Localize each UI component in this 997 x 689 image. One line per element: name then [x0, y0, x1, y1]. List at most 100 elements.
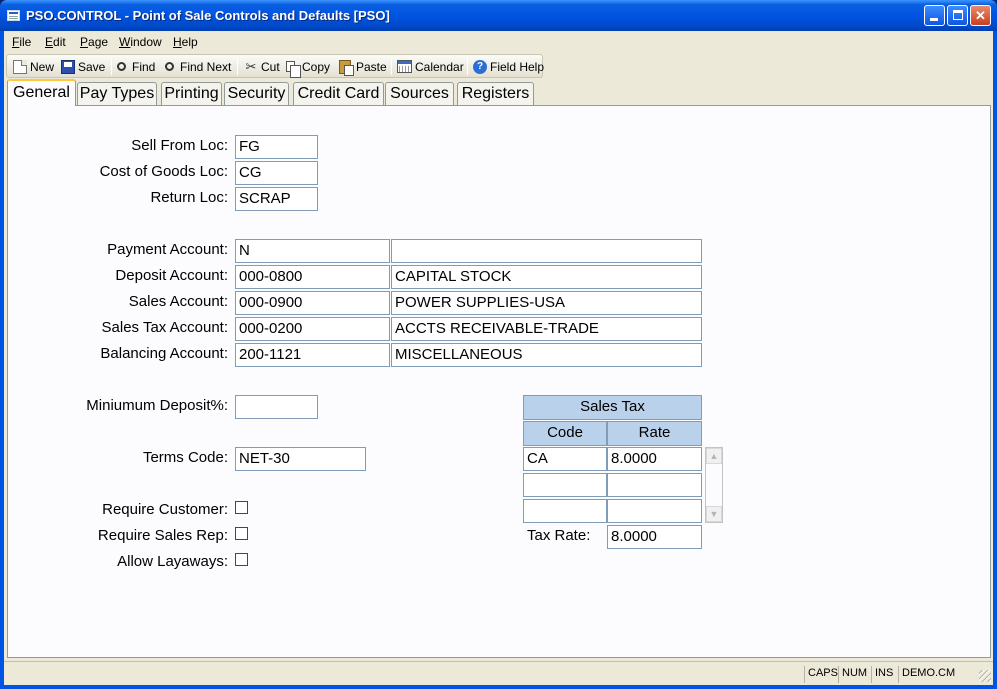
clipboard-icon: [339, 59, 354, 76]
tax-rate-label: Tax Rate:: [527, 527, 591, 544]
balancing-account-description: MISCELLANEOUS: [391, 343, 702, 367]
maximize-button[interactable]: [947, 5, 968, 26]
payment-account-input[interactable]: N: [235, 239, 390, 263]
minimum-deposit-label: Miniumum Deposit%:: [86, 397, 228, 414]
find-button[interactable]: Find: [117, 57, 155, 76]
cost-of-goods-loc-label: Cost of Goods Loc:: [99, 163, 228, 180]
require-sales-rep-checkbox[interactable]: [235, 527, 248, 540]
toolbar: New Save Find Find Next ✂ Cut Copy Paste …: [6, 54, 544, 78]
copy-icon: [286, 61, 301, 78]
toolbar-separator: [237, 58, 238, 75]
allow-layaways-checkbox[interactable]: [235, 553, 248, 566]
deposit-account-input[interactable]: 000-0800: [235, 265, 390, 289]
sales-tax-code-cell[interactable]: CA: [523, 447, 607, 471]
minimize-icon: [930, 18, 938, 21]
cut-button[interactable]: ✂ Cut: [244, 57, 280, 76]
toolbar-separator: [467, 58, 468, 75]
sales-tax-account-description: ACCTS RECEIVABLE-TRADE: [391, 317, 702, 341]
require-customer-label: Require Customer:: [102, 501, 228, 518]
paste-button[interactable]: Paste: [339, 57, 387, 76]
save-button[interactable]: Save: [61, 57, 105, 76]
new-document-icon: [13, 59, 27, 74]
minimize-button[interactable]: [924, 5, 945, 26]
binoculars-next-icon: [165, 62, 174, 71]
sales-account-description: POWER SUPPLIES-USA: [391, 291, 702, 315]
help-icon: ?: [473, 59, 487, 74]
tab-strip: General Pay Types Printing Security Cred…: [4, 79, 993, 106]
require-sales-rep-label: Require Sales Rep:: [97, 527, 228, 544]
client-area: File Edit Page Window Help New Save Find…: [4, 31, 993, 685]
calendar-button[interactable]: Calendar: [397, 57, 464, 76]
floppy-disk-icon: [61, 59, 75, 74]
return-loc-input[interactable]: SCRAP: [235, 187, 318, 211]
toolbar-separator: [111, 58, 112, 75]
window-title: PSO.CONTROL - Point of Sale Controls and…: [26, 8, 390, 23]
sales-tax-rate-header: Rate: [607, 421, 702, 446]
sales-tax-account-label: Sales Tax Account:: [101, 319, 228, 336]
sales-account-label: Sales Account:: [128, 293, 228, 310]
sales-tax-code-cell[interactable]: [523, 499, 607, 523]
maximize-icon: [953, 10, 963, 20]
menu-file[interactable]: File: [12, 35, 31, 49]
sales-tax-rate-cell[interactable]: 8.0000: [607, 447, 702, 471]
scissors-icon: ✂: [245, 58, 257, 74]
title-bar[interactable]: PSO.CONTROL - Point of Sale Controls and…: [0, 0, 997, 31]
insert-mode-indicator: INS: [871, 666, 899, 683]
tab-general[interactable]: General: [7, 79, 76, 106]
sell-from-loc-input[interactable]: FG: [235, 135, 318, 159]
scroll-up-arrow-icon[interactable]: ▲: [706, 448, 722, 464]
tab-pay-types[interactable]: Pay Types: [77, 82, 157, 105]
calendar-icon: [397, 60, 412, 73]
general-panel: Sell From Loc: FG Cost of Goods Loc: CG …: [7, 105, 991, 658]
application-window: PSO.CONTROL - Point of Sale Controls and…: [0, 0, 997, 689]
tab-sources[interactable]: Sources: [385, 82, 454, 105]
resize-grip-icon[interactable]: [979, 670, 991, 682]
tab-printing[interactable]: Printing: [161, 82, 222, 105]
tax-rate-value: 8.0000: [607, 525, 702, 549]
minimum-deposit-input[interactable]: [235, 395, 318, 419]
close-button[interactable]: ✕: [970, 5, 991, 26]
sales-tax-account-input[interactable]: 000-0200: [235, 317, 390, 341]
deposit-account-description: CAPITAL STOCK: [391, 265, 702, 289]
toolbar-separator: [391, 58, 392, 75]
caps-lock-indicator: CAPS: [804, 666, 840, 683]
tab-security[interactable]: Security: [224, 82, 289, 105]
tab-registers[interactable]: Registers: [457, 82, 534, 105]
scroll-down-arrow-icon[interactable]: ▼: [706, 506, 722, 522]
sales-tax-rate-cell[interactable]: [607, 499, 702, 523]
app-icon[interactable]: [7, 10, 20, 21]
payment-account-description: [391, 239, 702, 263]
menu-edit[interactable]: Edit: [45, 35, 66, 49]
sell-from-loc-label: Sell From Loc:: [131, 137, 228, 154]
allow-layaways-label: Allow Layaways:: [117, 553, 228, 570]
sales-tax-code-cell[interactable]: [523, 473, 607, 497]
account-indicator: DEMO.CM: [898, 666, 978, 683]
close-icon: ✕: [975, 8, 986, 23]
balancing-account-input[interactable]: 200-1121: [235, 343, 390, 367]
tab-credit-card[interactable]: Credit Card: [293, 82, 384, 105]
menu-window[interactable]: Window: [119, 35, 162, 49]
terms-code-input[interactable]: NET-30: [235, 447, 366, 471]
sales-account-input[interactable]: 000-0900: [235, 291, 390, 315]
copy-button[interactable]: Copy: [286, 57, 330, 78]
menu-help[interactable]: Help: [173, 35, 198, 49]
find-next-button[interactable]: Find Next: [165, 57, 231, 76]
terms-code-label: Terms Code:: [142, 449, 228, 466]
status-bar: CAPS NUM INS DEMO.CM: [4, 661, 993, 685]
cost-of-goods-loc-input[interactable]: CG: [235, 161, 318, 185]
num-lock-indicator: NUM: [838, 666, 870, 683]
new-button[interactable]: New: [13, 57, 54, 76]
require-customer-checkbox[interactable]: [235, 501, 248, 514]
balancing-account-label: Balancing Account:: [100, 345, 228, 362]
binoculars-icon: [117, 62, 126, 71]
sales-tax-code-header: Code: [523, 421, 607, 446]
sales-tax-rate-cell[interactable]: [607, 473, 702, 497]
sales-tax-scrollbar[interactable]: ▲ ▼: [705, 447, 723, 523]
menu-bar: File Edit Page Window Help: [4, 31, 993, 53]
sales-tax-title: Sales Tax: [523, 395, 702, 420]
return-loc-label: Return Loc:: [150, 189, 228, 206]
payment-account-label: Payment Account:: [107, 241, 228, 258]
field-help-button[interactable]: ? Field Help: [473, 57, 544, 76]
menu-page[interactable]: Page: [80, 35, 108, 49]
deposit-account-label: Deposit Account:: [115, 267, 228, 284]
